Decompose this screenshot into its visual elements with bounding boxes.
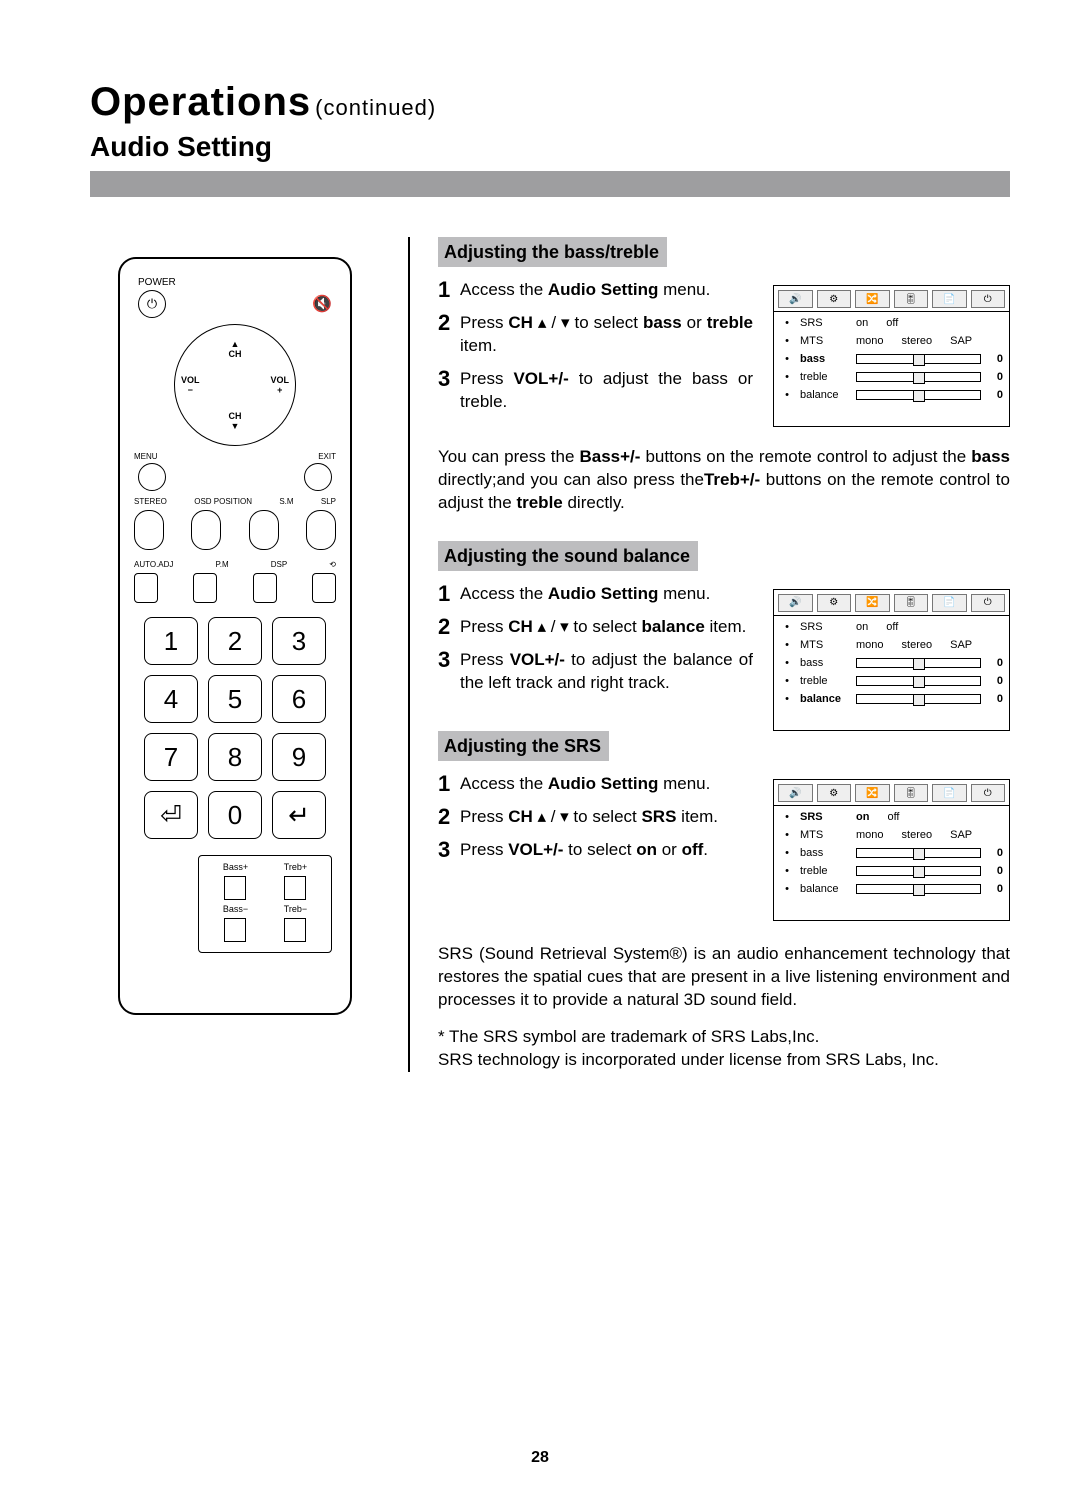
key-4[interactable]: 4: [144, 675, 198, 723]
tone-buttons: Bass+Treb+ Bass−Treb−: [198, 855, 332, 953]
instruction-step: 3Press VOL+/- to adjust the balance of t…: [438, 649, 753, 695]
instruction-step: 3Press VOL+/- to adjust the bass or treb…: [438, 368, 753, 414]
key-1[interactable]: 1: [144, 617, 198, 665]
key-3[interactable]: 3: [272, 617, 326, 665]
dpad[interactable]: ▲CH CH▼ VOL− VOL+: [174, 324, 296, 446]
sm-button[interactable]: [249, 510, 279, 550]
loop-button[interactable]: [312, 573, 336, 603]
bass-plus[interactable]: [224, 876, 246, 900]
treb-minus[interactable]: [284, 918, 306, 942]
header-bar: [90, 171, 1010, 197]
row2-labels: AUTO.ADJP.MDSP⟲: [134, 560, 336, 569]
vol-minus[interactable]: VOL−: [181, 375, 200, 395]
instruction-step: 1Access the Audio Setting menu.: [438, 583, 753, 606]
instruction-step: 2Press CH ▴ / ▾ to select balance item.: [438, 616, 753, 639]
dsp-button[interactable]: [253, 573, 277, 603]
menu-button[interactable]: [138, 463, 166, 491]
osd-position-button[interactable]: [191, 510, 221, 550]
stereo-button[interactable]: [134, 510, 164, 550]
instruction-step: 3Press VOL+/- to select on or off.: [438, 839, 753, 862]
page-number: 28: [531, 1449, 549, 1467]
instruction-step: 2Press CH ▴ / ▾ to select SRS item.: [438, 806, 753, 829]
row1-labels: STEREOOSD POSITIONS.MSLP: [134, 497, 336, 506]
keypad: 1 2 3 4 5 6 7 8 9 ⏎ 0 ↵: [144, 617, 326, 839]
column-divider: [408, 237, 410, 1072]
instruction-step: 1Access the Audio Setting menu.: [438, 279, 753, 302]
page-title: Operations(continued): [90, 80, 1010, 125]
bass-minus[interactable]: [224, 918, 246, 942]
osd-panel: 🔊⚙🔀🎚📄⏻•SRSonoff•MTSmonostereoSAP•bass0•t…: [773, 779, 1010, 921]
content-column: Adjusting the bass/treble 1Access the Aud…: [438, 237, 1010, 1072]
remote-control: POWER ⏻ 🔇 ▲CH CH▼ VOL− VOL+ MENUEXIT STE…: [118, 257, 352, 1015]
instruction-step: 1Access the Audio Setting menu.: [438, 773, 753, 796]
slp-button[interactable]: [306, 510, 336, 550]
instruction-step: 2Press CH ▴ / ▾ to select bass or treble…: [438, 312, 753, 358]
exit-button[interactable]: [304, 463, 332, 491]
osd-panel: 🔊⚙🔀🎚📄⏻•SRSonoff•MTSmonostereoSAP•bass0•t…: [773, 285, 1010, 427]
key-5[interactable]: 5: [208, 675, 262, 723]
trademark-note: * The SRS symbol are trademark of SRS La…: [438, 1026, 1010, 1072]
autoadj-button[interactable]: [134, 573, 158, 603]
key-enter[interactable]: ↵: [272, 791, 326, 839]
key-2[interactable]: 2: [208, 617, 262, 665]
power-button[interactable]: ⏻: [138, 290, 166, 318]
treb-plus[interactable]: [284, 876, 306, 900]
section-heading: Adjusting the SRS: [438, 731, 609, 761]
section-heading: Adjusting the sound balance: [438, 541, 698, 571]
key-6[interactable]: 6: [272, 675, 326, 723]
section-heading: Adjusting the bass/treble: [438, 237, 667, 267]
page-subtitle: Audio Setting: [90, 131, 1010, 163]
power-label: POWER: [138, 277, 340, 288]
key-7[interactable]: 7: [144, 733, 198, 781]
vol-plus[interactable]: VOL+: [270, 375, 289, 395]
mute-icon[interactable]: 🔇: [312, 294, 332, 314]
osd-panel: 🔊⚙🔀🎚📄⏻•SRSonoff•MTSmonostereoSAP•bass0•t…: [773, 589, 1010, 731]
section-note: You can press the Bass+/- buttons on the…: [438, 446, 1010, 515]
key-9[interactable]: 9: [272, 733, 326, 781]
section-footer: SRS (Sound Retrieval System®) is an audi…: [438, 943, 1010, 1012]
key-return[interactable]: ⏎: [144, 791, 198, 839]
remote-column: POWER ⏻ 🔇 ▲CH CH▼ VOL− VOL+ MENUEXIT STE…: [90, 237, 380, 1072]
key-0[interactable]: 0: [208, 791, 262, 839]
key-8[interactable]: 8: [208, 733, 262, 781]
pm-button[interactable]: [193, 573, 217, 603]
